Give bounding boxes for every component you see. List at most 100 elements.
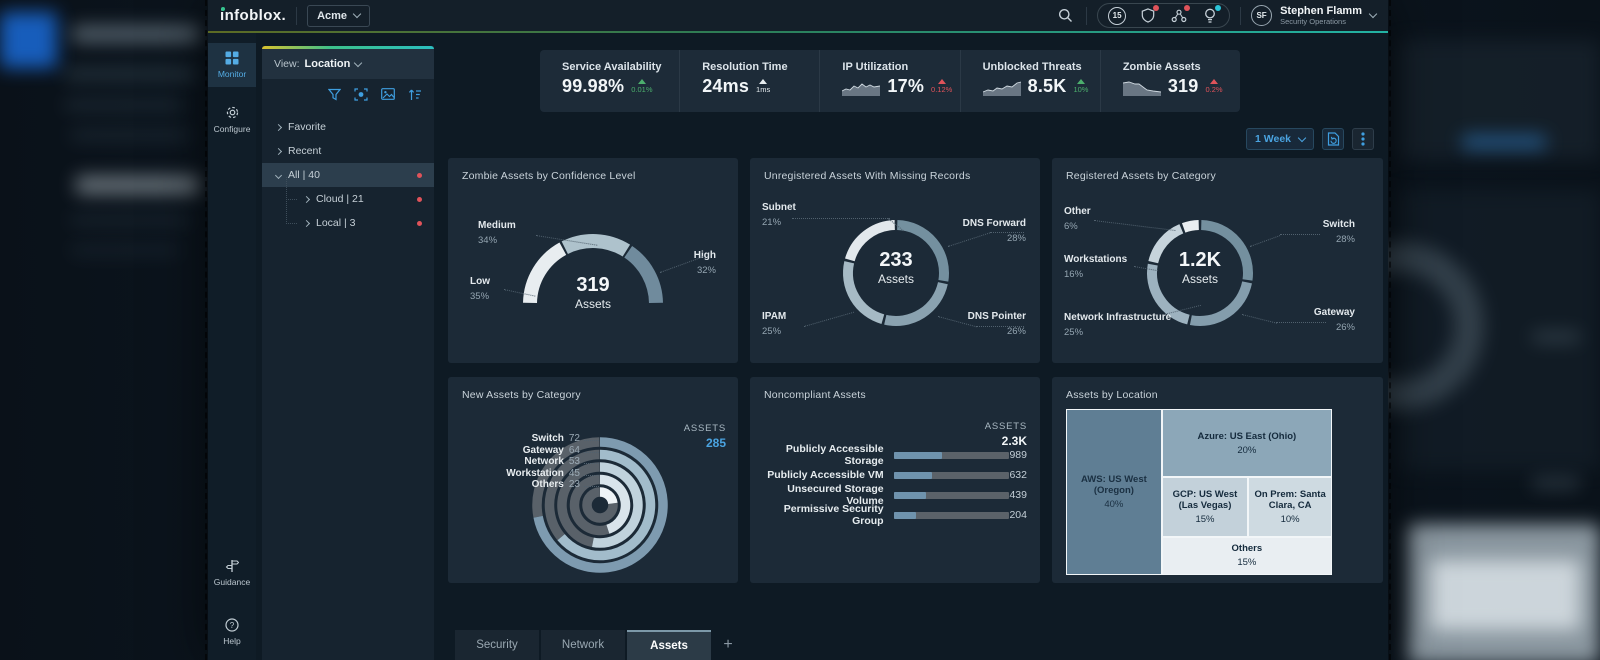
kpi-delta-value: 0.12%: [931, 86, 952, 94]
treemap-tile-on-prem[interactable]: On Prem: Santa Clara, CA10%: [1248, 477, 1332, 537]
export-button[interactable]: [1322, 128, 1344, 150]
bar-row: Permissive Security Group204: [750, 507, 1040, 523]
sort-button[interactable]: [408, 88, 422, 101]
search-button[interactable]: [1054, 5, 1076, 27]
kpi-delta: 0.2%: [1205, 77, 1222, 94]
total-value: 2.3K: [1002, 434, 1027, 448]
user-menu[interactable]: SF Stephen Flamm Security Operations: [1251, 5, 1376, 26]
bar-name: Switch: [532, 433, 564, 444]
segment-pct: 28%: [1323, 234, 1355, 246]
org-switcher[interactable]: Acme: [307, 5, 370, 27]
status-dot: [417, 173, 422, 178]
divider: [1240, 7, 1241, 25]
insights-button[interactable]: [1201, 7, 1219, 25]
shield-icon: [1141, 8, 1155, 23]
trend-up-icon: [938, 79, 946, 84]
kpi-delta: 0.12%: [931, 77, 952, 94]
donut-segment-gateway: [1191, 282, 1247, 321]
divider: [296, 7, 297, 25]
segment-pct: 21%: [762, 217, 796, 229]
spacer: [208, 141, 256, 540]
lightbulb-icon: [1204, 8, 1216, 24]
leader-line: [976, 326, 1024, 327]
sparkline-wave: [842, 78, 880, 96]
bar-fill: [894, 452, 942, 459]
treemap-tile-others[interactable]: Others15%: [1162, 537, 1332, 575]
view-selector[interactable]: View: Location: [262, 49, 434, 79]
infoblox-logo: infoblox.: [220, 7, 286, 24]
segment-label: Gateway26%: [1314, 307, 1355, 334]
badge-count: 15: [1108, 7, 1126, 25]
backdrop-shape: [70, 215, 190, 225]
scan-button[interactable]: [354, 88, 368, 101]
segment-pct: 16%: [1064, 269, 1127, 281]
kpi-resolution-time: Resolution Time24ms1ms: [679, 50, 819, 112]
filter-button[interactable]: [328, 88, 341, 101]
panel-accent-bar: [262, 46, 434, 49]
alert-dot: [1153, 5, 1159, 11]
bar-row: Publicly Accessible Storage989: [750, 447, 1040, 463]
radial-label-row: Workstation45: [448, 468, 580, 479]
segment-label: High32%: [694, 250, 716, 277]
sidebar-item-label: Configure: [214, 124, 251, 134]
bar-value: 53: [569, 456, 580, 467]
bar-name: Gateway: [523, 445, 564, 456]
tab-security[interactable]: Security: [455, 630, 539, 660]
radial-label-row: Gateway64: [448, 445, 580, 456]
kpi-value-row: 99.98%0.01%: [562, 76, 679, 97]
network-alerts-button[interactable]: [1170, 7, 1188, 25]
radial-label-row: Network53: [448, 456, 580, 467]
bar-name: Publicly Accessible VM: [762, 469, 884, 481]
more-options-button[interactable]: [1352, 128, 1374, 150]
segment-pct: 32%: [694, 265, 716, 277]
segment-pct: 6%: [1064, 221, 1091, 233]
time-range-select[interactable]: 1 Week: [1246, 128, 1314, 150]
kpi-delta-value: 10%: [1073, 86, 1088, 94]
tab-network[interactable]: Network: [541, 630, 625, 660]
tile-label: Azure: US East (Ohio): [1198, 431, 1297, 442]
segment-name: Switch: [1323, 219, 1355, 230]
sidebar-item-configure[interactable]: Configure: [208, 97, 256, 141]
backdrop-shape: [1462, 136, 1546, 148]
sidebar-item-monitor[interactable]: Monitor: [208, 43, 256, 87]
chevron-right-icon: [275, 123, 282, 130]
add-tab-button[interactable]: +: [713, 630, 743, 660]
desktop-background: infoblox. Acme 15: [0, 0, 1600, 660]
leader-line: [584, 452, 599, 453]
top-bar: infoblox. Acme 15: [208, 0, 1388, 33]
treemap-tile-gcp[interactable]: GCP: US West (Las Vegas)15%: [1162, 477, 1248, 537]
kpi-delta: 1ms: [756, 77, 770, 94]
chevron-right-icon: [303, 219, 310, 226]
tile-pct: 20%: [1237, 445, 1256, 456]
bar-name: Permissive Security Group: [762, 503, 884, 527]
tile-pct: 10%: [1281, 514, 1300, 525]
leader-line: [1276, 322, 1326, 323]
status-dot: [417, 197, 422, 202]
nodes-icon: [1171, 9, 1187, 23]
threats-button[interactable]: [1139, 7, 1157, 25]
segment-name: DNS Pointer: [968, 311, 1026, 322]
tree-node-local[interactable]: Local | 3: [262, 211, 434, 235]
image-button[interactable]: [381, 88, 395, 100]
sidebar-item-guidance[interactable]: Guidance: [208, 550, 256, 594]
sidebar-item-help[interactable]: ?Help: [208, 610, 256, 654]
tab-assets[interactable]: Assets: [627, 630, 711, 660]
chart-center-label: Assets: [533, 297, 653, 311]
segment-label: Medium34%: [478, 220, 516, 247]
left-rail: Monitor Configure Guidance ?Help: [208, 33, 256, 660]
bar-value: 45: [569, 468, 580, 479]
tree-node-recent[interactable]: Recent: [262, 139, 434, 163]
bar-row: Unsecured Storage Volume439: [750, 487, 1040, 503]
treemap-tile-aws[interactable]: AWS: US West (Oregon)40%: [1066, 409, 1162, 575]
tree-node-label: Favorite: [288, 121, 326, 133]
dashboard-tabs: SecurityNetworkAssets+: [455, 630, 743, 660]
leader-line: [990, 232, 1024, 233]
count-badge[interactable]: 15: [1108, 7, 1126, 25]
tree-node-favorite[interactable]: Favorite: [262, 115, 434, 139]
treemap-tile-azure[interactable]: Azure: US East (Ohio) 20%: [1162, 409, 1332, 477]
radial-bar-chart: Switch72Gateway64Network53Workstation45O…: [448, 377, 738, 583]
leader-line: [1280, 234, 1320, 235]
donut-chart: 233AssetsDNS Forward28%DNS Pointer26%IPA…: [750, 158, 1040, 363]
kpi-label: Unblocked Threats: [983, 61, 1100, 73]
tree-node-label: Cloud | 21: [316, 193, 364, 205]
